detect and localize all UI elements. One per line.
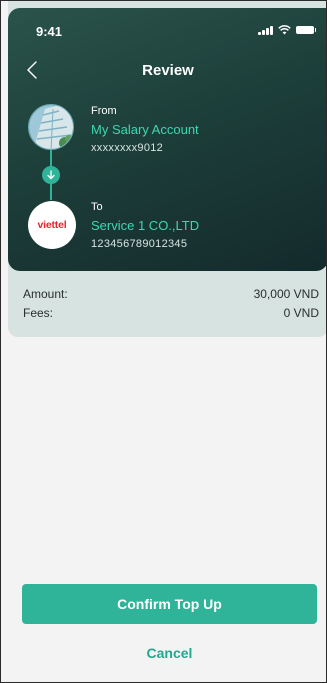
from-account-avatar [28, 104, 74, 150]
to-label: To [91, 201, 103, 213]
amount-value: 30,000 VND [253, 287, 319, 301]
amount-row: Amount: 30,000 VND [23, 287, 319, 301]
viettel-logo-text: viettel [37, 219, 67, 231]
to-service-number: 123456789012345 [91, 238, 188, 250]
fees-value: 0 VND [283, 306, 319, 320]
from-account-number: xxxxxxxx9012 [91, 142, 164, 154]
wifi-icon [278, 25, 291, 35]
from-label: From [91, 105, 117, 117]
amount-label: Amount: [23, 287, 68, 301]
signal-icon [258, 25, 273, 35]
to-service-name: Service 1 CO.,LTD [91, 218, 200, 233]
from-account-name: My Salary Account [91, 122, 199, 137]
fees-row: Fees: 0 VND [23, 306, 319, 320]
to-service-logo: viettel [28, 201, 76, 249]
status-bar: 9:41 [8, 8, 326, 52]
fees-label: Fees: [23, 306, 54, 320]
confirm-top-up-button[interactable]: Confirm Top Up [22, 584, 317, 624]
status-time: 9:41 [36, 24, 63, 39]
screen: 9:41 Review From My Salary Account xxxxx… [0, 0, 327, 683]
review-header: 9:41 Review From My Salary Account xxxxx… [8, 8, 326, 271]
status-icons [258, 25, 316, 35]
battery-icon [296, 26, 316, 34]
page-title: Review [142, 62, 194, 79]
cancel-button[interactable]: Cancel [22, 639, 317, 667]
arrow-down-icon [42, 166, 60, 184]
